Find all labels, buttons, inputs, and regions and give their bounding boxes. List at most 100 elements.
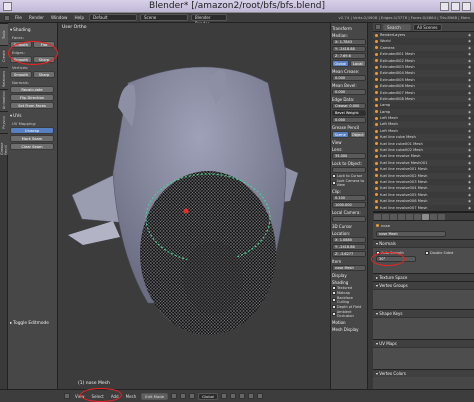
scene-tab-icon[interactable] — [382, 214, 389, 220]
recalculate-button[interactable]: Recalculate — [10, 86, 54, 93]
close-button[interactable] — [462, 2, 471, 11]
menu-render[interactable]: Render — [27, 15, 46, 20]
local-camera-field[interactable] — [332, 216, 366, 222]
local-button[interactable]: Local — [349, 60, 366, 67]
shading-panel-header[interactable]: ▾ Shading — [10, 28, 55, 33]
backface-checkbox[interactable]: Backface Culling — [332, 296, 366, 304]
mesh-data-tab-icon[interactable] — [422, 214, 429, 220]
crease-field[interactable]: 0.000 — [332, 75, 366, 81]
tab-grease-pencil[interactable]: Grease Pencil — [0, 133, 8, 155]
orientation-dropdown[interactable]: Global — [198, 392, 219, 400]
textured-checkbox[interactable]: Textured — [332, 286, 366, 290]
screen-layout-dropdown[interactable]: Default — [89, 14, 137, 21]
mesh-display-header[interactable]: Mesh Display — [332, 327, 366, 332]
median-z-field[interactable]: Z: 7.69.6 — [332, 53, 366, 59]
backface-box[interactable] — [332, 298, 336, 302]
snap-icon[interactable] — [248, 393, 255, 399]
shading-header[interactable]: Shading — [332, 280, 366, 285]
render-engine-dropdown[interactable]: Blender Render — [191, 14, 227, 26]
editor-type-icon[interactable] — [4, 14, 10, 21]
mode-dropdown[interactable]: Edit Mode — [141, 392, 169, 400]
uv-maps-section[interactable]: ▾ UV Maps — [373, 339, 474, 347]
edge-crease-field[interactable]: Crease: 0.000 — [332, 103, 366, 109]
double-sided-box[interactable] — [425, 251, 429, 255]
lock-cursor-checkbox[interactable]: Lock to Cursor — [332, 174, 366, 178]
gp-object-button[interactable]: Object — [349, 131, 366, 138]
normals-section[interactable]: ▾ Normals — [373, 239, 474, 247]
dof-checkbox[interactable]: Depth of Field — [332, 305, 366, 309]
face-select-icon[interactable] — [239, 393, 246, 399]
world-tab-icon[interactable] — [390, 214, 397, 220]
menu-help[interactable]: Help — [72, 15, 86, 20]
clip-start-field[interactable]: 0.100 — [332, 195, 366, 201]
outliner-row[interactable]: fuel line revolve007 Mesh ◉ — [373, 205, 474, 211]
global-button[interactable]: Global — [332, 60, 349, 67]
double-sided-checkbox[interactable]: Double Sided — [425, 251, 453, 255]
mesh-name-field[interactable]: nose Mesh — [376, 231, 446, 237]
tab-tools[interactable]: Tools — [0, 23, 8, 45]
outliner-search[interactable]: Search — [383, 23, 411, 31]
menu-mesh[interactable]: Mesh — [124, 394, 139, 399]
vertex-colors-section[interactable]: ▾ Vertex Colors — [373, 369, 474, 377]
matcap-checkbox[interactable]: Matcap — [332, 291, 366, 295]
3d-viewport[interactable]: User Ortho (1) nose Mesh — [58, 23, 330, 389]
edge-select-icon[interactable] — [230, 393, 237, 399]
bevel-weight-field[interactable]: 0.000 — [332, 117, 366, 123]
cursor-x-field[interactable]: X: 1.0880 — [332, 237, 366, 243]
render-preview-icon[interactable] — [257, 393, 264, 399]
object-tab-icon[interactable] — [398, 214, 405, 220]
lens-field[interactable]: 35.000 — [332, 153, 366, 159]
gp-scene-button[interactable]: Scene — [332, 131, 349, 138]
textured-box[interactable] — [332, 286, 336, 290]
median-y-field[interactable]: Y: -2418.88 — [332, 46, 366, 52]
flip-direction-button[interactable]: Flip Direction — [10, 94, 54, 101]
item-name-field[interactable]: nose Mesh — [332, 265, 366, 271]
dof-box[interactable] — [332, 305, 336, 309]
toggle-editmode-header[interactable]: ▸ Toggle Editmode — [10, 321, 49, 326]
constraints-tab-icon[interactable] — [406, 214, 413, 220]
cursor-y-field[interactable]: Y: -2418.88 — [332, 244, 366, 250]
texture-tab-icon[interactable] — [438, 214, 445, 220]
tab-relations[interactable]: Relations — [0, 67, 8, 89]
visibility-icon[interactable]: ◉ — [468, 205, 471, 211]
ao-box[interactable] — [332, 312, 336, 316]
modifiers-tab-icon[interactable] — [414, 214, 421, 220]
menu-window[interactable]: Window — [49, 15, 70, 20]
window-menu-button[interactable] — [3, 2, 12, 11]
mark-seam-button[interactable]: Mark Seam — [10, 135, 54, 142]
motion-header[interactable]: Motion — [332, 320, 366, 325]
outliner-filter-dropdown[interactable]: All Scenes — [413, 23, 442, 31]
vertices-sharp-button[interactable]: Sharp — [33, 71, 55, 78]
lock-camera-box[interactable] — [332, 181, 336, 185]
material-tab-icon[interactable] — [430, 214, 437, 220]
manipulator-icon[interactable] — [189, 393, 196, 399]
viewport-editor-icon[interactable] — [64, 393, 70, 399]
lock-camera-checkbox[interactable]: Lock Camera to View — [332, 179, 366, 187]
menu-file[interactable]: File — [13, 15, 24, 20]
transform-header[interactable]: Transform — [332, 26, 366, 31]
clear-seam-button[interactable]: Clear Seam — [10, 143, 54, 150]
minimize-button[interactable] — [440, 2, 449, 11]
uv-maps-list[interactable] — [373, 347, 474, 369]
display-header[interactable]: Display — [332, 273, 366, 278]
outliner-editor-icon[interactable] — [375, 24, 381, 30]
view-header[interactable]: View — [332, 140, 366, 145]
shape-keys-section[interactable]: ▾ Shape Keys — [373, 309, 474, 317]
cursor-z-field[interactable]: Z: -3.6277 — [332, 251, 366, 257]
item-header[interactable]: Item — [332, 259, 366, 264]
3d-cursor-header[interactable]: 3D Cursor — [332, 224, 366, 229]
tab-create[interactable]: Create — [0, 45, 8, 67]
vertex-groups-section[interactable]: ▾ Vertex Groups — [373, 281, 474, 289]
scene-dropdown[interactable]: Scene — [140, 14, 188, 21]
render-tab-icon[interactable] — [374, 214, 381, 220]
grease-pencil-header[interactable]: Grease Pencil — [332, 125, 366, 130]
shading-mode-icon[interactable] — [171, 393, 178, 399]
pivot-icon[interactable] — [180, 393, 187, 399]
tab-physics[interactable]: Physics — [0, 111, 8, 133]
matcap-box[interactable] — [332, 291, 336, 295]
texture-space-section[interactable]: ▸ Texture Space — [373, 273, 474, 281]
lock-object-field[interactable] — [332, 167, 366, 173]
vertex-select-icon[interactable] — [221, 393, 228, 399]
vertices-smooth-button[interactable]: Smooth — [10, 71, 32, 78]
vertex-groups-list[interactable] — [373, 289, 474, 309]
